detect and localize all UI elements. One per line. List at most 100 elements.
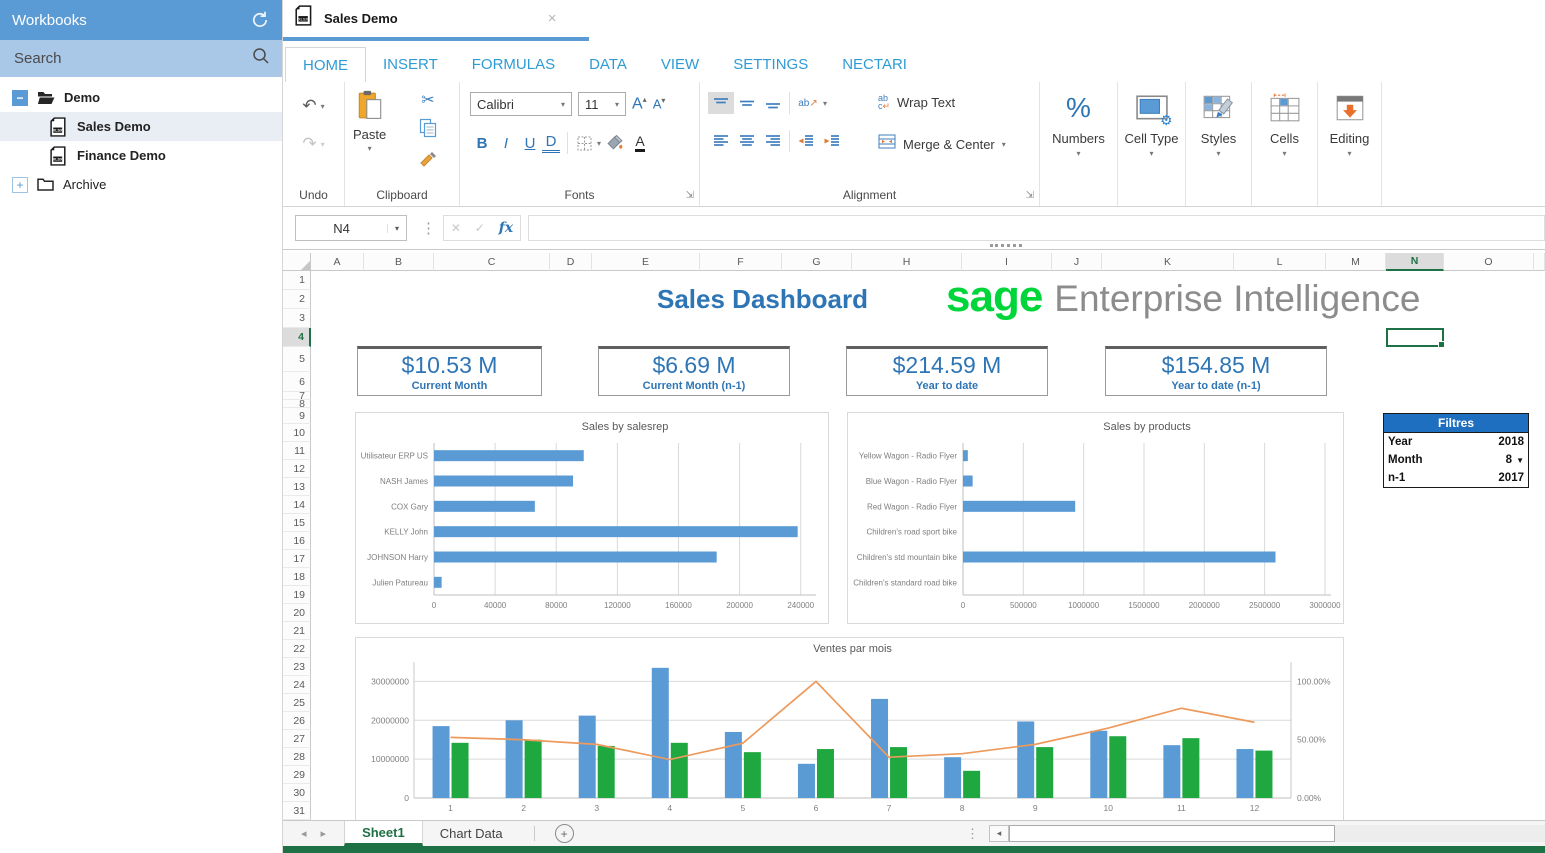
row-header-3[interactable]: 3 (283, 309, 311, 328)
column-header-J[interactable]: J (1052, 253, 1102, 271)
select-all-corner[interactable] (283, 253, 311, 271)
tree-item-archive[interactable]: +Archive (0, 170, 282, 199)
close-tab-icon[interactable]: × (548, 10, 557, 27)
row-header-8[interactable]: 8 (283, 400, 311, 408)
styles-button[interactable]: Styles ▾ (1186, 88, 1251, 158)
formula-bar-resize-handle[interactable] (990, 244, 1022, 247)
row-header-22[interactable]: 22 (283, 640, 311, 658)
collapse-icon[interactable]: − (12, 90, 28, 106)
text-orientation-icon[interactable]: ab↗ (793, 92, 823, 114)
double-underline-button[interactable]: D (542, 133, 560, 153)
column-header-O[interactable]: O (1444, 253, 1534, 271)
row-header-4[interactable]: 4 (283, 328, 311, 347)
fill-color-icon[interactable] (601, 132, 627, 154)
column-header-B[interactable]: B (364, 253, 434, 271)
prev-sheet-icon[interactable]: ◂ (301, 827, 307, 840)
row-header-24[interactable]: 24 (283, 676, 311, 694)
search-icon[interactable] (252, 47, 270, 70)
column-header-A[interactable]: A (311, 253, 364, 271)
refresh-icon[interactable] (250, 10, 270, 30)
column-header-F[interactable]: F (700, 253, 782, 271)
align-right-icon[interactable] (760, 130, 786, 152)
ribbon-tab-data[interactable]: DATA (572, 47, 644, 82)
font-name-caret-icon[interactable]: ▾ (555, 100, 571, 109)
cells-button[interactable]: Cells ▾ (1252, 88, 1317, 158)
ribbon-tab-formulas[interactable]: FORMULAS (455, 47, 572, 82)
row-header-1[interactable]: 1 (283, 271, 311, 290)
column-header-L[interactable]: L (1234, 253, 1326, 271)
increase-indent-icon[interactable] (819, 130, 845, 152)
row-header-18[interactable]: 18 (283, 568, 311, 586)
cut-icon[interactable]: ✂ (421, 90, 434, 110)
hscroll-thumb[interactable] (1009, 825, 1335, 842)
row-header-25[interactable]: 25 (283, 694, 311, 712)
cell-type-button[interactable]: ⚙ Cell Type ▾ (1118, 88, 1185, 158)
hscroll-left-icon[interactable]: ◂ (989, 825, 1009, 842)
sheet-tab-sheet1[interactable]: Sheet1 (344, 821, 423, 846)
row-header-23[interactable]: 23 (283, 658, 311, 676)
numbers-button[interactable]: % Numbers ▾ (1040, 88, 1117, 158)
column-header-I[interactable]: I (962, 253, 1052, 271)
row-header-21[interactable]: 21 (283, 622, 311, 640)
undo-icon[interactable]: ↶ (302, 96, 316, 116)
underline-button[interactable]: U (518, 135, 542, 152)
row-header-31[interactable]: 31 (283, 802, 311, 820)
row-header-9[interactable]: 9 (283, 408, 311, 424)
row-header-26[interactable]: 26 (283, 712, 311, 730)
sidebar-search[interactable] (0, 40, 282, 77)
row-header-17[interactable]: 17 (283, 550, 311, 568)
alignment-dialog-launcher-icon[interactable]: ⇲ (1026, 190, 1034, 201)
font-name-select[interactable]: Calibri ▾ (470, 92, 572, 116)
italic-button[interactable]: I (494, 135, 518, 152)
sheet-tab-chart-data[interactable]: Chart Data (423, 821, 520, 846)
formula-kebab-icon[interactable]: ⋮ (421, 219, 436, 237)
column-header-D[interactable]: D (550, 253, 592, 271)
editing-button[interactable]: Editing ▾ (1318, 88, 1381, 158)
bold-button[interactable]: B (470, 135, 494, 152)
merge-center-caret-icon[interactable]: ▾ (1002, 140, 1006, 149)
search-input[interactable] (12, 49, 252, 68)
row-header-5[interactable]: 5 (283, 347, 311, 372)
row-header-29[interactable]: 29 (283, 766, 311, 784)
wrap-text-button[interactable]: abc↵ Wrap Text (878, 94, 955, 110)
align-bottom-icon[interactable] (760, 92, 786, 114)
sheetbar-kebab-icon[interactable]: ⋮ (966, 826, 979, 842)
name-box[interactable]: N4 ▾ (295, 215, 407, 241)
column-header-H[interactable]: H (852, 253, 962, 271)
copy-icon[interactable] (419, 118, 437, 143)
column-header-E[interactable]: E (592, 253, 700, 271)
column-header-K[interactable]: K (1102, 253, 1234, 271)
ribbon-tab-home[interactable]: HOME (285, 47, 366, 82)
filter-dropdown-icon[interactable]: ▼ (1516, 456, 1524, 465)
row-header-28[interactable]: 28 (283, 748, 311, 766)
expand-icon[interactable]: + (12, 177, 28, 193)
column-header-N[interactable]: N (1386, 253, 1444, 271)
row-header-30[interactable]: 30 (283, 784, 311, 802)
row-header-2[interactable]: 2 (283, 290, 311, 309)
align-middle-icon[interactable] (734, 92, 760, 114)
fonts-dialog-launcher-icon[interactable]: ⇲ (686, 190, 694, 201)
ribbon-tab-insert[interactable]: INSERT (366, 47, 455, 82)
row-header-19[interactable]: 19 (283, 586, 311, 604)
font-color-icon[interactable]: A (627, 132, 653, 154)
row-header-7[interactable]: 7 (283, 392, 311, 400)
sales-by-products-chart[interactable]: Sales by products05000001000000150000020… (847, 412, 1344, 624)
fill-handle[interactable] (1438, 341, 1445, 348)
shrink-font-icon[interactable]: A▾ (653, 96, 666, 111)
hscroll-track[interactable] (1335, 825, 1545, 842)
ribbon-tab-nectari[interactable]: NECTARI (825, 47, 924, 82)
column-header-G[interactable]: G (782, 253, 852, 271)
column-header-M[interactable]: M (1326, 253, 1386, 271)
undo-dropdown-icon[interactable]: ▾ (321, 102, 325, 111)
row-header-10[interactable]: 10 (283, 424, 311, 442)
tree-item-demo[interactable]: −Demo (0, 83, 282, 112)
row-header-11[interactable]: 11 (283, 442, 311, 460)
row-header-15[interactable]: 15 (283, 514, 311, 532)
borders-icon[interactable] (571, 132, 597, 154)
paste-dropdown-icon[interactable]: ▾ (368, 144, 372, 153)
next-sheet-icon[interactable]: ▸ (321, 827, 327, 840)
align-left-icon[interactable] (708, 130, 734, 152)
ribbon-tab-view[interactable]: VIEW (644, 47, 716, 82)
paste-button[interactable]: Paste ▾ (353, 90, 386, 153)
filter-row-month[interactable]: Month8▼ (1384, 451, 1528, 469)
